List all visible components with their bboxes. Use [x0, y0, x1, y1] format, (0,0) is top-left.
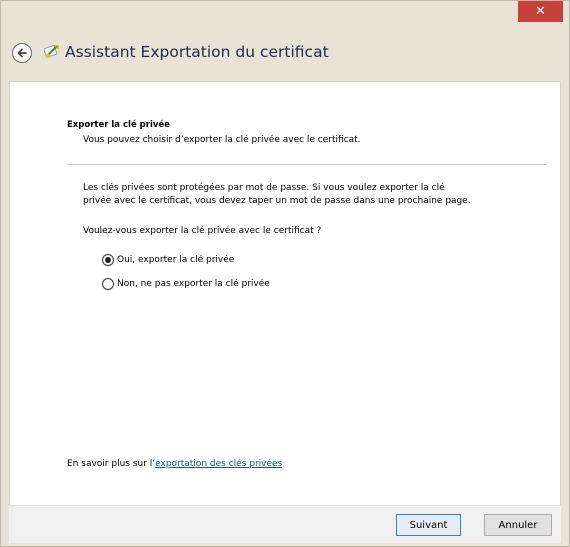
wizard-content: Exporter la clé privée Vous pouvez chois…	[9, 81, 561, 505]
wizard-window: ✕ Assistant Exportation du certificat Ex…	[0, 0, 570, 547]
certificate-wizard-icon	[44, 44, 59, 58]
divider	[67, 164, 546, 165]
radio-selected-icon[interactable]	[102, 254, 114, 266]
radio-option-yes-label: Oui, exporter la clé privée	[117, 255, 235, 265]
close-button[interactable]: ✕	[518, 1, 563, 22]
description-line-1: Les clés privées sont protégées par mot …	[83, 183, 445, 193]
description-line-2: privée avec le certificat, vous devez ta…	[83, 196, 471, 206]
learn-more-prefix: En savoir plus sur l’	[67, 459, 156, 469]
next-button[interactable]: Suivant	[396, 514, 461, 536]
radio-option-no-label: Non, ne pas exporter la clé privée	[117, 279, 270, 289]
radio-option-yes[interactable]: Oui, exporter la clé privée	[102, 254, 234, 266]
close-icon: ✕	[535, 4, 546, 19]
cancel-button[interactable]: Annuler	[484, 514, 552, 536]
back-button[interactable]	[12, 43, 32, 63]
section-title: Exporter la clé privée	[67, 120, 170, 130]
window-title: Assistant Exportation du certificat	[65, 43, 329, 61]
section-subtitle: Vous pouvez choisir d’exporter la clé pr…	[83, 135, 361, 145]
question-text: Voulez-vous exporter la clé privée avec …	[83, 226, 322, 236]
back-arrow-icon	[17, 48, 27, 58]
learn-more-link[interactable]: exportation des clés privées	[155, 459, 282, 469]
radio-unselected-icon[interactable]	[102, 278, 114, 290]
wizard-header: Assistant Exportation du certificat	[9, 29, 561, 79]
learn-more: En savoir plus sur l’exportation des clé…	[67, 459, 282, 469]
description: Les clés privées sont protégées par mot …	[83, 182, 553, 208]
wizard-footer: Suivant Annuler	[9, 505, 561, 543]
radio-option-no[interactable]: Non, ne pas exporter la clé privée	[102, 278, 270, 290]
